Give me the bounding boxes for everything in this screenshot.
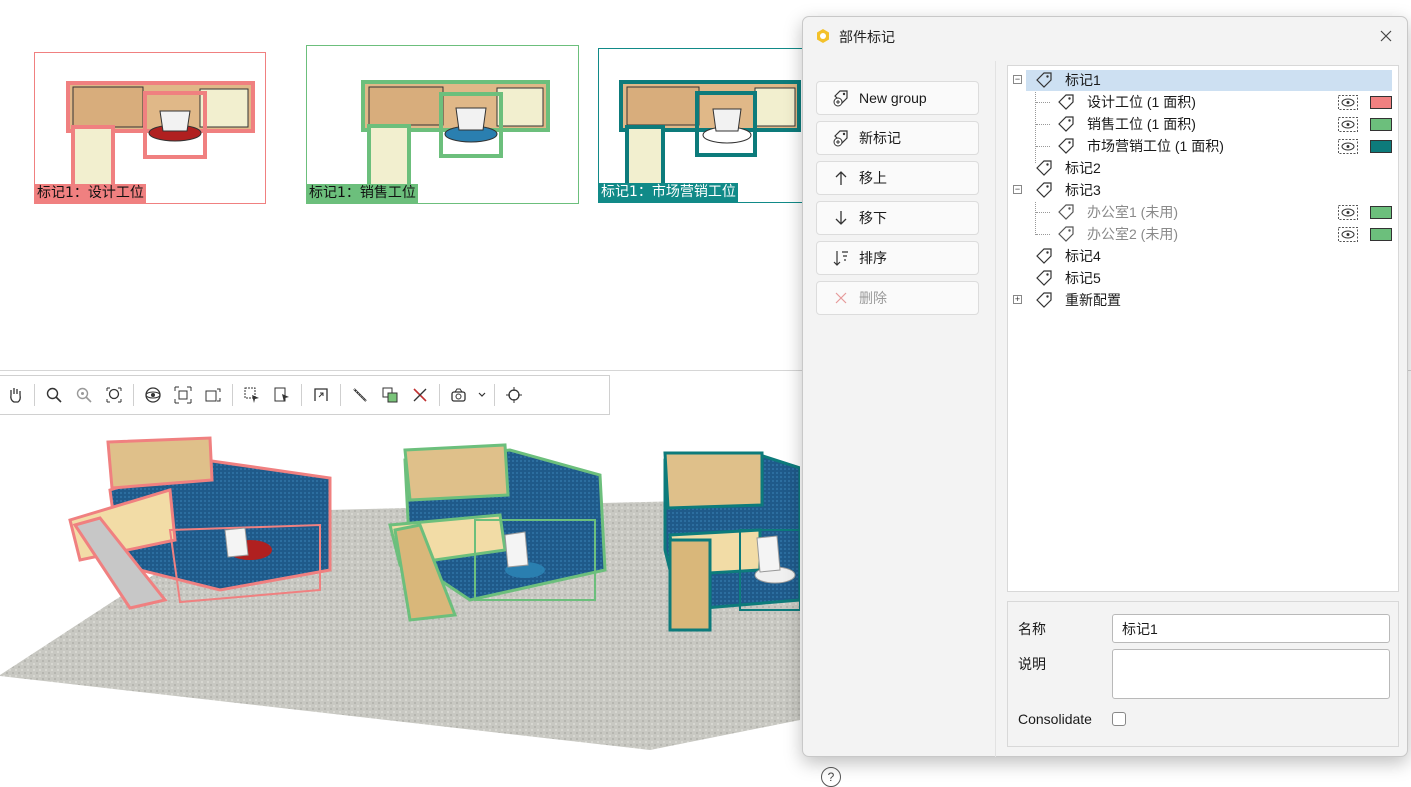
consolidate-label: Consolidate (1018, 711, 1092, 727)
section-icon[interactable] (308, 382, 334, 408)
mark-icon[interactable] (377, 382, 403, 408)
consolidate-checkbox[interactable] (1112, 712, 1126, 726)
visibility-eye-icon[interactable] (1338, 205, 1358, 220)
description-label: 说明 (1018, 656, 1046, 672)
description-field[interactable] (1112, 649, 1390, 699)
close-icon[interactable] (1375, 25, 1397, 47)
collapse-icon[interactable]: − (1013, 185, 1022, 194)
3d-viewport[interactable] (0, 420, 800, 764)
mark-properties: 名称 说明 Consolidate (1007, 601, 1399, 747)
thumbnail-label: 标记1：设计工位 (35, 184, 146, 203)
zoom-fit-icon[interactable] (101, 382, 127, 408)
tag-icon (1058, 94, 1074, 110)
thumbnail-marketing-workstation[interactable]: 标记1：市场营销工位 (598, 48, 808, 203)
new-group-button[interactable]: New group (816, 81, 979, 115)
tree-item-mark2[interactable]: 标记2 (1008, 157, 1398, 179)
arrow-up-icon (831, 168, 851, 188)
marks-tree: − 标记1 设计工位 (1 面积) 销售工位 (1 面积) 市场营销工位 (1 … (1007, 65, 1399, 592)
name-label: 名称 (1018, 621, 1046, 637)
color-swatch[interactable] (1370, 118, 1392, 131)
tree-item-office2[interactable]: 办公室2 (未用) (1008, 223, 1398, 245)
tree-item-reconfigure[interactable]: + 重新配置 (1008, 289, 1398, 311)
pan-hand-icon[interactable] (2, 382, 28, 408)
clear-mark-icon[interactable] (407, 382, 433, 408)
tag-icon (1036, 270, 1052, 286)
dialog-title: 部件标记 (839, 29, 895, 45)
thumbnail-label: 标记1：市场营销工位 (599, 183, 738, 202)
tag-icon (1036, 182, 1052, 198)
tag-icon (1036, 160, 1052, 176)
tag-icon (1036, 292, 1052, 308)
new-group-icon (831, 88, 851, 108)
tree-item-sales-workstation[interactable]: 销售工位 (1 面积) (1008, 113, 1398, 135)
workstation-plan-teal (619, 80, 801, 199)
chevron-down-icon[interactable] (476, 382, 488, 408)
thumbnail-sales-workstation[interactable]: 标记1：销售工位 (306, 45, 579, 204)
tree-item-marketing-workstation[interactable]: 市场营销工位 (1 面积) (1008, 135, 1398, 157)
visibility-eye-icon[interactable] (1338, 227, 1358, 242)
name-field[interactable] (1112, 614, 1390, 643)
measure-icon[interactable] (347, 382, 373, 408)
workstation-plan-green (361, 80, 550, 198)
color-swatch[interactable] (1370, 96, 1392, 109)
sort-icon (831, 248, 851, 268)
new-mark-icon (831, 128, 851, 148)
app-icon (817, 29, 829, 43)
select-all-icon[interactable] (269, 382, 295, 408)
tree-item-mark5[interactable]: 标记5 (1008, 267, 1398, 289)
delete-icon (831, 288, 851, 308)
delete-button[interactable]: 删除 (816, 281, 979, 315)
tag-icon (1058, 116, 1074, 132)
tree-item-office1[interactable]: 办公室1 (未用) (1008, 201, 1398, 223)
workstation-plan-red (66, 81, 255, 201)
tag-icon (1058, 204, 1074, 220)
visibility-eye-icon[interactable] (1338, 117, 1358, 132)
sort-button[interactable]: 排序 (816, 241, 979, 275)
tag-icon (1058, 138, 1074, 154)
arrow-down-icon (831, 208, 851, 228)
orbit-icon[interactable] (140, 382, 166, 408)
camera-icon[interactable] (446, 382, 472, 408)
zoom-out-icon[interactable] (71, 382, 97, 408)
color-swatch[interactable] (1370, 228, 1392, 241)
thumbnail-label: 标记1：销售工位 (307, 184, 418, 203)
move-up-button[interactable]: 移上 (816, 161, 979, 195)
tree-item-mark3[interactable]: − 标记3 (1008, 179, 1398, 201)
move-down-button[interactable]: 移下 (816, 201, 979, 235)
collapse-icon[interactable]: − (1013, 75, 1022, 84)
zoom-icon[interactable] (41, 382, 67, 408)
thumbnail-design-workstation[interactable]: 标记1：设计工位 (34, 52, 266, 204)
help-icon[interactable]: ? (821, 767, 841, 787)
visibility-eye-icon[interactable] (1338, 139, 1358, 154)
color-swatch[interactable] (1370, 206, 1392, 219)
tree-item-mark1[interactable]: − 标记1 (1008, 69, 1398, 91)
focus-icon[interactable] (501, 382, 527, 408)
select-icon[interactable] (239, 382, 265, 408)
tree-item-mark4[interactable]: 标记4 (1008, 245, 1398, 267)
color-swatch[interactable] (1370, 140, 1392, 153)
visibility-eye-icon[interactable] (1338, 95, 1358, 110)
expand-icon[interactable]: + (1013, 295, 1022, 304)
actions-panel: New group 新标记 移上 移下 排序 删除 ? (803, 61, 995, 787)
zoom-selection-icon[interactable] (200, 382, 226, 408)
3d-scene (0, 436, 800, 750)
viewport-toolbar (0, 375, 610, 415)
tag-icon (1058, 226, 1074, 242)
zoom-extents-icon[interactable] (170, 382, 196, 408)
tag-icon (1036, 72, 1052, 88)
part-marks-dialog: 部件标记 New group 新标记 移上 移下 排序 删除 ? − 标记1 设… (802, 16, 1408, 787)
tag-icon (1036, 248, 1052, 264)
tree-item-design-workstation[interactable]: 设计工位 (1 面积) (1008, 91, 1398, 113)
panel-divider (995, 61, 996, 757)
new-mark-button[interactable]: 新标记 (816, 121, 979, 155)
